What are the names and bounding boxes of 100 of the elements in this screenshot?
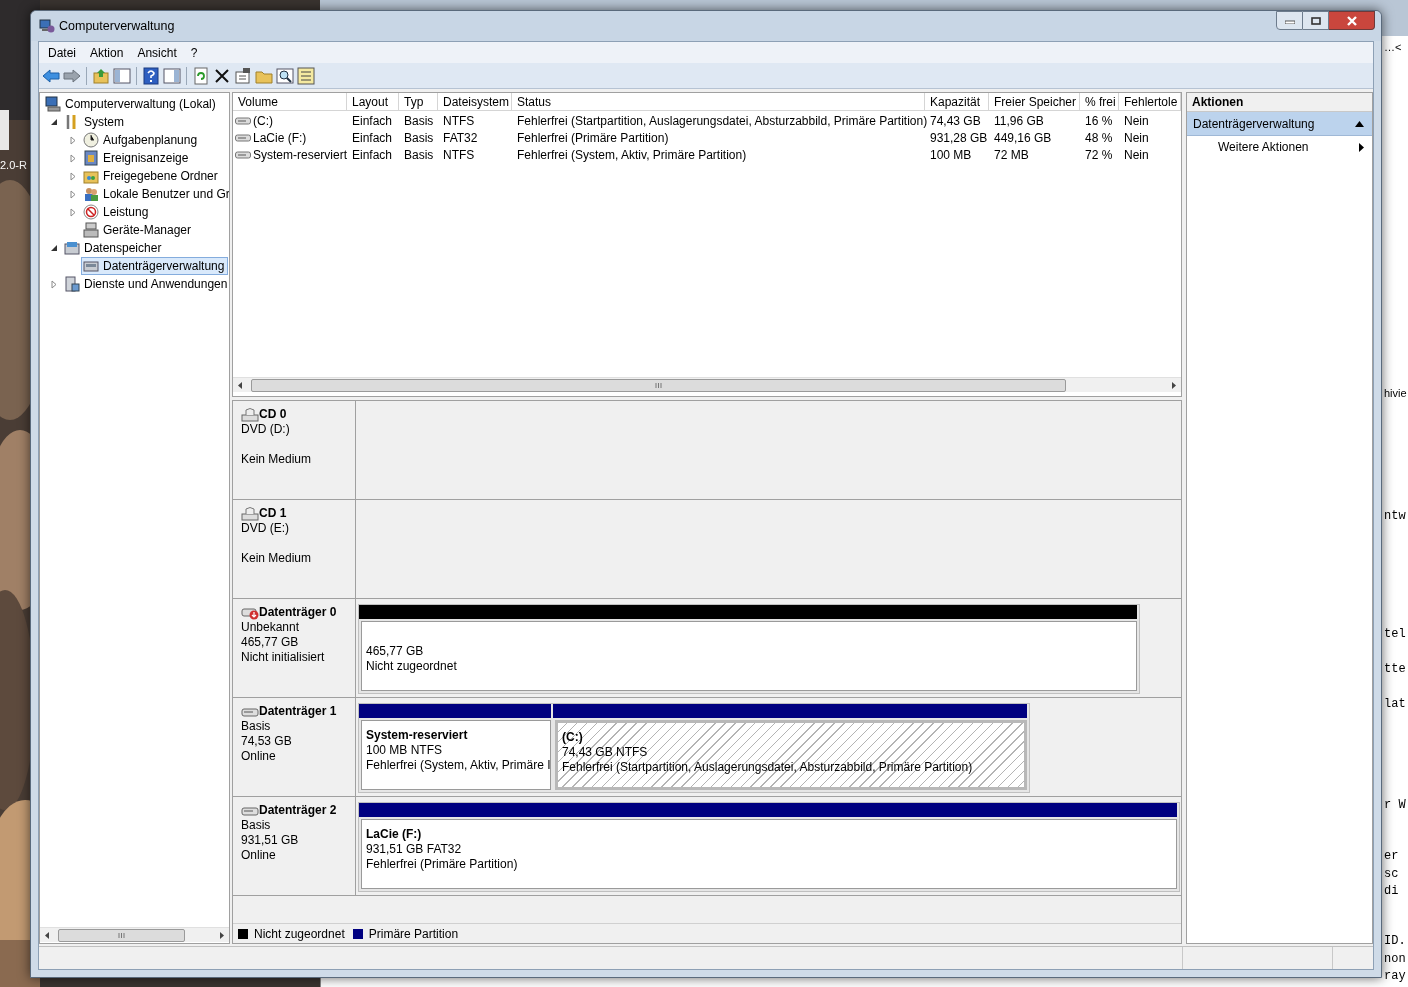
collapse-arrow-icon[interactable] — [50, 117, 58, 127]
column-header[interactable]: Freier Speicher — [989, 93, 1080, 111]
menu-item[interactable]: Datei — [41, 43, 83, 62]
close-button[interactable] — [1329, 11, 1375, 30]
forward-icon[interactable] — [63, 66, 81, 85]
disk-drive-icon — [83, 258, 99, 274]
partition-status: Nicht zugeordnet — [366, 659, 458, 674]
column-header[interactable]: Status — [512, 93, 925, 111]
back-icon[interactable] — [42, 66, 60, 85]
tree-item[interactable]: System — [62, 113, 128, 131]
table-cell-text: Nein — [1123, 129, 1150, 146]
action-item[interactable]: Weitere Aktionen — [1187, 136, 1372, 158]
text-fragment: sc — [1384, 868, 1399, 880]
collapse-arrow-icon[interactable] — [50, 243, 58, 253]
table-cell-text: Fehlerfrei (System, Aktiv, Primäre Partition) — [516, 146, 748, 163]
tree-item[interactable]: Freigegebene Ordner — [81, 167, 222, 185]
table-cell: (C:) — [233, 112, 347, 129]
pane-title: Aktionen — [1187, 93, 1372, 112]
scrollbar-thumb[interactable] — [58, 928, 185, 942]
tree-item[interactable]: Dienste und Anwendungen — [62, 275, 229, 293]
table-cell-text: Basis — [403, 112, 435, 129]
text-fragment: non — [1384, 953, 1406, 965]
window-title: Computerverwaltung — [59, 17, 175, 35]
delete-icon[interactable] — [213, 66, 231, 85]
disk-status: Online — [241, 749, 277, 764]
disk-status: Nicht initialisiert — [241, 650, 326, 665]
table-cell-text: Einfach — [351, 129, 394, 146]
help-icon[interactable] — [142, 66, 160, 85]
column-header[interactable]: Kapazität — [925, 93, 989, 111]
text-fragment: di — [1384, 885, 1399, 897]
submenu-arrow-icon — [1359, 142, 1364, 152]
minimize-button[interactable] — [1276, 11, 1303, 30]
scrollbar-thumb[interactable] — [251, 378, 1066, 392]
expand-arrow-icon[interactable] — [69, 153, 77, 163]
column-header[interactable]: Volume — [233, 93, 347, 111]
text-fragment: r W — [1384, 799, 1406, 811]
column-header[interactable]: Fehlertole — [1119, 93, 1181, 111]
services-icon — [64, 276, 80, 292]
table-cell: System-reserviert — [233, 146, 347, 163]
text-fragment: er — [1384, 850, 1399, 862]
expand-arrow-icon[interactable] — [69, 171, 77, 181]
disk-name: CD 0 — [259, 407, 287, 422]
menu-item[interactable]: ? — [183, 43, 205, 62]
refresh-icon[interactable] — [192, 66, 210, 85]
disk-name: CD 1 — [259, 506, 287, 521]
disk-type: Unbekannt — [241, 620, 301, 635]
disk-name: Datenträger 1 — [259, 704, 337, 719]
tree-item[interactable]: Ereignisanzeige — [81, 149, 193, 167]
column-header[interactable]: Dateisystem — [438, 93, 512, 111]
column-header[interactable]: % frei — [1080, 93, 1119, 111]
expand-arrow-icon[interactable] — [69, 207, 77, 217]
grip-icon — [655, 382, 662, 388]
partition-title: LaCie (F:) — [366, 827, 423, 842]
scrollbar[interactable] — [233, 377, 1181, 392]
text-fragment: ntw — [1384, 510, 1406, 522]
tree-item[interactable]: Datenspeicher — [62, 239, 166, 257]
storage-icon — [64, 240, 80, 256]
icon-label[interactable]: 2.0-R — [0, 160, 27, 171]
expand-arrow-icon[interactable] — [69, 135, 77, 145]
tree-item[interactable]: Aufgabenplanung — [81, 131, 202, 149]
menu-item[interactable]: Aktion — [83, 43, 131, 62]
drive-letter: DVD (D:) — [241, 422, 291, 437]
disk-size: 465,77 GB — [241, 635, 300, 650]
properties-icon[interactable] — [234, 66, 252, 85]
tree-item[interactable]: Computerverwaltung (Lokal) — [43, 95, 220, 113]
tree-item[interactable]: Geräte-Manager — [81, 221, 196, 239]
partition-status: Fehlerfrei (Primäre Partition) — [366, 857, 519, 872]
table-cell-text: Nein — [1123, 146, 1150, 163]
action-section-header[interactable]: Datenträgerverwaltung — [1187, 112, 1372, 136]
maximize-button[interactable] — [1303, 11, 1329, 30]
column-header[interactable]: Layout — [347, 93, 399, 111]
text-fragment: hivie — [1384, 388, 1407, 399]
menu-item[interactable]: Ansicht — [130, 43, 184, 62]
tree-item[interactable]: Datenträgerverwaltung — [81, 257, 229, 275]
disk-status: Kein Medium — [241, 452, 313, 467]
partition-status: Fehlerfrei (System, Aktiv, Primäre I — [366, 758, 550, 773]
table-cell-text: 100 MB — [929, 146, 973, 163]
table-cell-text: 449,16 GB — [993, 129, 1053, 146]
tree-item[interactable]: Leistung — [81, 203, 153, 221]
column-header[interactable]: Typ — [399, 93, 438, 111]
text-fragment: ray — [1384, 970, 1406, 982]
shared-folder-icon — [83, 168, 99, 184]
grip-icon — [118, 932, 125, 938]
search-icon[interactable] — [276, 66, 294, 85]
drive-icon — [235, 149, 251, 160]
scrollbar[interactable] — [40, 927, 229, 942]
table-cell-text: 16 % — [1084, 112, 1114, 129]
table-cell-text: NTFS — [442, 112, 476, 129]
partition-size: 74,43 GB NTFS — [562, 745, 649, 760]
folder-up-icon[interactable] — [92, 66, 110, 85]
partition-title: System-reserviert — [366, 728, 469, 743]
expand-arrow-icon[interactable] — [50, 279, 58, 289]
table-cell-text: 48 % — [1084, 129, 1114, 146]
disk-status: Kein Medium — [241, 551, 313, 566]
tree-item[interactable]: Lokale Benutzer und Gr — [81, 185, 229, 203]
optical-drive-icon — [241, 506, 259, 521]
expand-arrow-icon[interactable] — [69, 189, 77, 199]
table-cell-text: 72 % — [1084, 146, 1114, 163]
partition-size: 931,51 GB FAT32 — [366, 842, 463, 857]
tree-pane-icon[interactable] — [113, 66, 131, 85]
